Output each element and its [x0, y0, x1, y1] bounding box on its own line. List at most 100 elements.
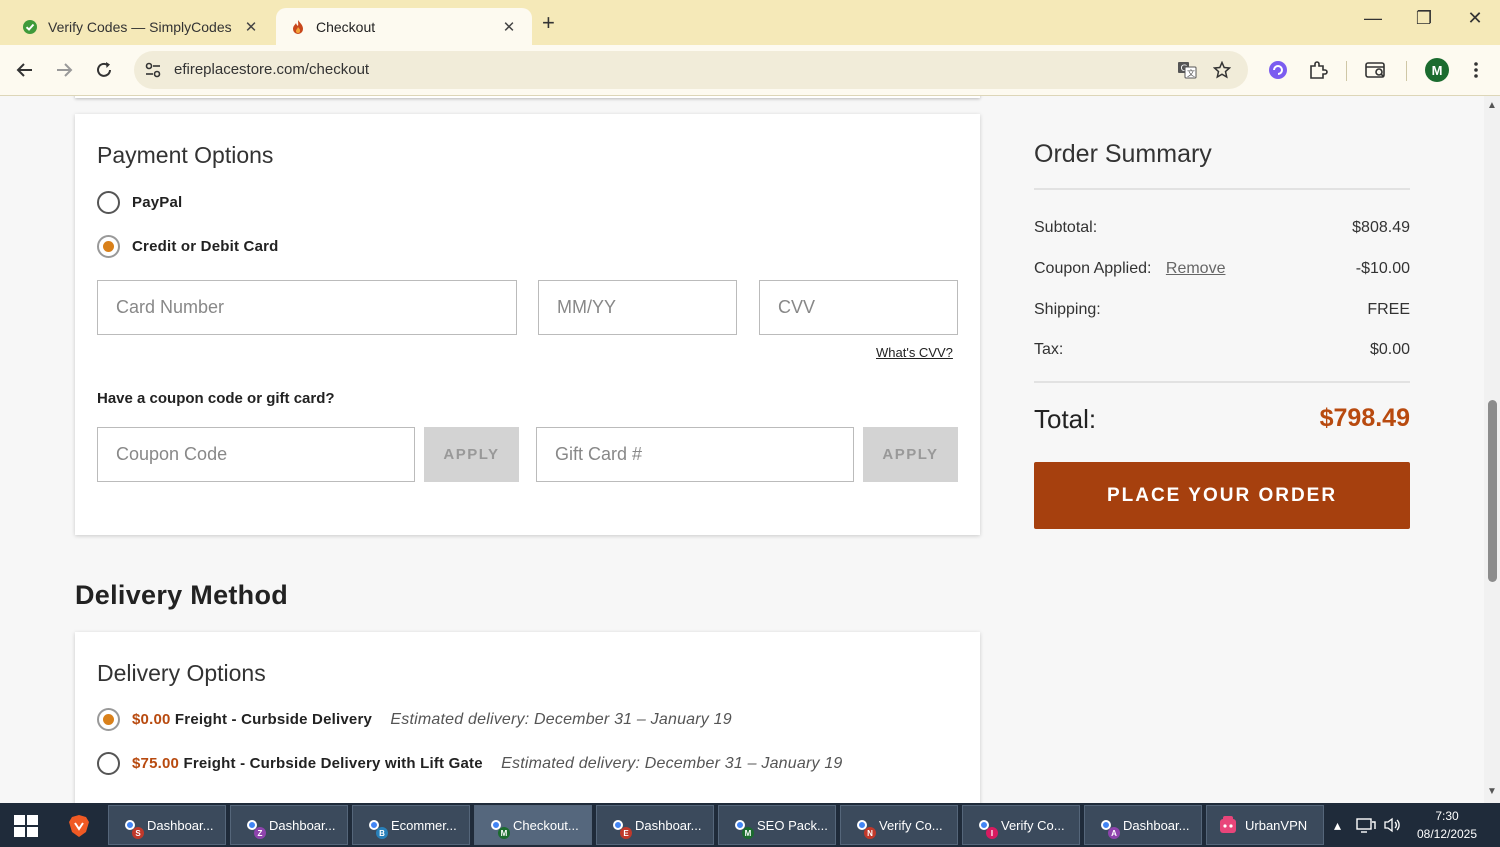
- delivery-price: $75.00: [132, 754, 180, 772]
- whats-cvv-link[interactable]: What's CVV?: [876, 345, 953, 360]
- delivery-options-card: Delivery Options $0.00 Freight - Curbsid…: [75, 632, 980, 803]
- delivery-name: Freight - Curbside Delivery: [174, 710, 373, 728]
- clock-date: 08/12/2025: [1416, 827, 1478, 841]
- tab-search-icon[interactable]: [1364, 58, 1388, 82]
- liftgate-radio[interactable]: [97, 752, 120, 775]
- volume-icon[interactable]: [1383, 803, 1403, 847]
- cvv-field[interactable]: [759, 280, 958, 335]
- taskbar-item[interactable]: N Verify Co...: [840, 805, 958, 845]
- browser-toolbar: efireplacestore.com/checkout G文: [0, 45, 1500, 96]
- card-radio[interactable]: [97, 235, 120, 258]
- windows-start-icon[interactable]: [14, 815, 38, 837]
- tax-value: $0.00: [1369, 341, 1410, 358]
- paypal-option[interactable]: PayPal: [97, 191, 182, 214]
- taskbar-item[interactable]: M SEO Pack...: [718, 805, 836, 845]
- taskbar-item[interactable]: A Dashboar...: [1084, 805, 1202, 845]
- chrome-icon: A: [1095, 814, 1120, 839]
- shipping-label: Shipping:: [1034, 301, 1101, 318]
- back-icon[interactable]: [13, 58, 37, 82]
- scrollbar-thumb[interactable]: [1488, 400, 1497, 582]
- tab-title: Verify Codes — SimplyCodes: [48, 18, 232, 35]
- urbanvpn-icon: [1217, 814, 1239, 836]
- scroll-up-icon[interactable]: ▲: [1487, 100, 1497, 111]
- scroll-down-icon[interactable]: ▼: [1487, 786, 1497, 797]
- system-clock[interactable]: 7:30 08/12/2025: [1412, 807, 1482, 843]
- taskbar-item-label: Dashboar...: [269, 817, 336, 833]
- cvv-input[interactable]: [760, 281, 957, 334]
- paypal-radio[interactable]: [97, 191, 120, 214]
- expiry-field[interactable]: [538, 280, 737, 335]
- minimize-icon[interactable]: —: [1358, 8, 1388, 29]
- tab-verify-codes[interactable]: Verify Codes — SimplyCodes ✕: [8, 8, 274, 45]
- delivery-option-curbside[interactable]: $0.00 Freight - Curbside Delivery Estima…: [97, 708, 732, 731]
- subtotal-label: Subtotal:: [1034, 219, 1098, 236]
- coupon-code-input[interactable]: [98, 428, 414, 481]
- delivery-price: $0.00: [132, 710, 171, 728]
- tab-title: Checkout: [316, 18, 376, 35]
- apply-gift-card-button[interactable]: APPLY: [863, 427, 958, 482]
- delivery-estimate: Estimated delivery: December 31 – Januar…: [390, 710, 732, 728]
- restore-icon[interactable]: ❐: [1409, 8, 1439, 29]
- taskbar-item-urbanvpn[interactable]: UrbanVPN: [1206, 805, 1324, 845]
- taskbar-item[interactable]: B Ecommer...: [352, 805, 470, 845]
- subtotal-value: $808.49: [1352, 219, 1410, 236]
- reload-icon[interactable]: [92, 58, 116, 82]
- address-bar[interactable]: efireplacestore.com/checkout G文: [134, 51, 1248, 89]
- card-label: Credit or Debit Card: [132, 238, 279, 255]
- taskbar-item[interactable]: I Verify Co...: [962, 805, 1080, 845]
- svg-text:文: 文: [1187, 68, 1195, 78]
- curbside-radio[interactable]: [97, 708, 120, 731]
- chrome-icon: N: [851, 814, 876, 839]
- expiry-input[interactable]: [539, 281, 736, 334]
- profile-avatar[interactable]: M: [1425, 58, 1449, 82]
- payment-options-card: Payment Options PayPal Credit or Debit C…: [75, 114, 980, 535]
- total-value: $798.49: [1319, 404, 1410, 432]
- forward-icon[interactable]: [52, 58, 76, 82]
- card-number-input[interactable]: [98, 281, 516, 334]
- coupon-code-field[interactable]: [97, 427, 415, 482]
- page-scrollbar[interactable]: ▲ ▼: [1484, 96, 1500, 803]
- remove-coupon-link[interactable]: Remove: [1166, 260, 1226, 277]
- taskbar-item[interactable]: S Dashboar...: [108, 805, 226, 845]
- extensions-puzzle-icon[interactable]: [1306, 58, 1330, 82]
- new-tab-icon[interactable]: +: [542, 10, 555, 36]
- simplycodes-icon: [22, 19, 38, 35]
- place-order-button[interactable]: PLACE YOUR ORDER: [1034, 462, 1410, 529]
- close-window-icon[interactable]: ✕: [1460, 8, 1490, 29]
- toolbar-separator: [1406, 61, 1407, 81]
- chrome-icon: B: [363, 814, 388, 839]
- browser-menu-icon[interactable]: [1464, 58, 1488, 82]
- taskbar-item-label: Ecommer...: [391, 817, 457, 833]
- network-icon[interactable]: [1356, 803, 1376, 847]
- taskbar-item-label: SEO Pack...: [757, 817, 828, 833]
- paypal-label: PayPal: [132, 194, 183, 211]
- delivery-option-liftgate[interactable]: $75.00 Freight - Curbside Delivery with …: [97, 752, 843, 775]
- divider: [1034, 381, 1410, 383]
- brave-browser-icon[interactable]: [67, 814, 91, 838]
- delivery-method-title: Delivery Method: [75, 580, 289, 610]
- site-settings-icon[interactable]: [144, 61, 162, 84]
- taskbar-item[interactable]: E Dashboar...: [596, 805, 714, 845]
- translate-icon[interactable]: G文: [1176, 59, 1198, 81]
- card-option[interactable]: Credit or Debit Card: [97, 235, 279, 258]
- chrome-icon: Z: [241, 814, 266, 839]
- tab-checkout[interactable]: Checkout ✕: [276, 8, 532, 45]
- taskbar-item[interactable]: Z Dashboar...: [230, 805, 348, 845]
- bookmark-star-icon[interactable]: [1211, 59, 1233, 81]
- clock-time: 7:30: [1435, 809, 1459, 823]
- card-number-field[interactable]: [97, 280, 517, 335]
- apply-coupon-button[interactable]: APPLY: [424, 427, 519, 482]
- tax-label: Tax:: [1034, 341, 1064, 358]
- chrome-icon: M: [485, 814, 510, 839]
- order-summary-title: Order Summary: [1034, 140, 1212, 168]
- show-hidden-icons-icon[interactable]: ▴: [1334, 803, 1341, 847]
- close-tab-icon[interactable]: ✕: [242, 18, 260, 36]
- taskbar-item-label: UrbanVPN: [1245, 817, 1308, 833]
- url-text: efireplacestore.com/checkout: [174, 61, 370, 78]
- taskbar-item-active[interactable]: M Checkout...: [474, 805, 592, 845]
- gift-card-field[interactable]: [536, 427, 854, 482]
- coupon-question: Have a coupon code or gift card?: [97, 390, 335, 407]
- close-tab-icon[interactable]: ✕: [500, 18, 518, 36]
- gift-card-input[interactable]: [537, 428, 853, 481]
- extension-swirl-icon[interactable]: [1266, 58, 1290, 82]
